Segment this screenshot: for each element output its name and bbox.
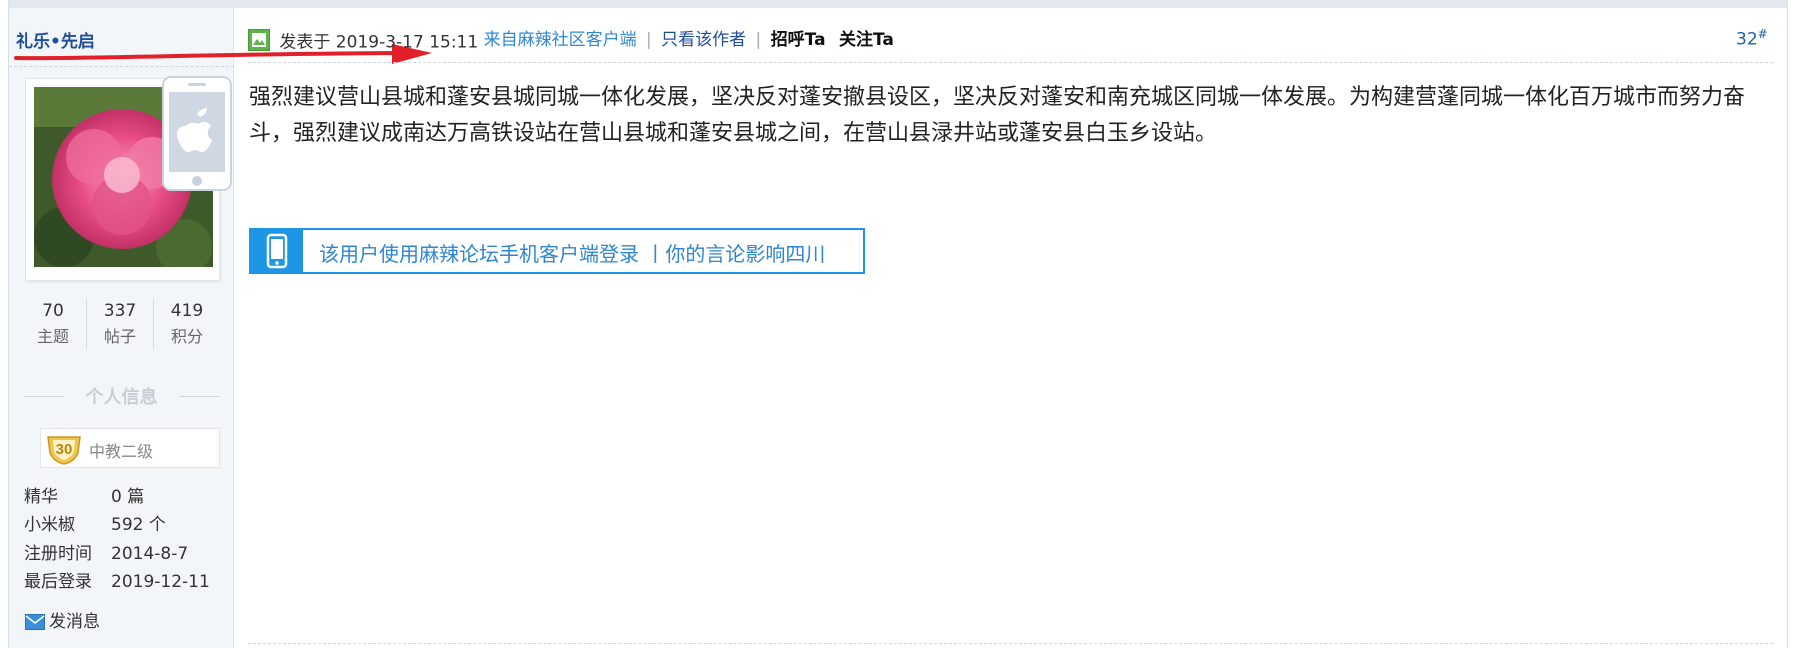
info-row-peppers: 小米椒 592 个 — [24, 510, 166, 535]
post-content: 强烈建议营山县城和蓬安县城同城一体化发展，坚决反对蓬安撤县设区，坚决反对蓬安和南… — [249, 85, 1746, 146]
bottom-divider — [248, 643, 1773, 644]
header-separator: | — [646, 30, 652, 50]
envelope-icon — [25, 614, 45, 630]
info-row-essence: 精华 0 篇 — [24, 482, 144, 507]
view-author-only-link[interactable]: 只看该作者 — [661, 30, 746, 50]
stat-value: 70 — [42, 301, 64, 321]
greet-link[interactable]: 招呼Ta — [771, 30, 826, 50]
stat-label: 帖子 — [103, 327, 136, 346]
personal-info-heading: 个人信息 — [24, 383, 219, 409]
stat-value: 337 — [103, 301, 137, 321]
from-client-link[interactable]: 来自麻辣社区客户端 — [484, 30, 637, 50]
mobile-phone-icon — [266, 233, 288, 269]
level-title: 中教二级 — [89, 442, 154, 461]
info-row-last-login: 最后登录 2019-12-11 — [24, 567, 210, 592]
apple-phone-icon — [162, 76, 232, 191]
post-header: 发表于 2019-3-17 15:11 来自麻辣社区客户端 | 只看该作者 | … — [248, 25, 894, 53]
stat-label: 积分 — [170, 327, 203, 346]
info-key: 注册时间 — [24, 544, 92, 564]
post-type-icon — [248, 29, 270, 51]
send-message-link[interactable]: 发消息 — [25, 607, 100, 632]
level-badge-number: 30 — [56, 441, 73, 458]
header-divider — [248, 62, 1773, 63]
stat-label: 主题 — [36, 327, 69, 346]
post-time: 发表于 2019-3-17 15:11 — [279, 32, 479, 53]
personal-info-heading-text: 个人信息 — [85, 387, 158, 408]
info-value: 2014-8-7 — [111, 544, 189, 564]
header-separator: | — [755, 30, 762, 50]
user-level[interactable]: 30 中教二级 — [40, 428, 220, 468]
stat-points[interactable]: 419 积分 — [154, 298, 220, 350]
info-key: 小米椒 — [24, 515, 75, 535]
medal-icon: 30 — [47, 436, 81, 465]
floor-mark: # — [1757, 27, 1768, 41]
heading-line-left — [24, 396, 64, 397]
info-key: 精华 — [24, 487, 58, 507]
user-stats: 70 主题 337 帖子 419 积分 — [20, 298, 220, 350]
stat-posts[interactable]: 337 帖子 — [87, 298, 154, 350]
floor-number-value: 32 — [1736, 29, 1758, 50]
stat-topics[interactable]: 70 主题 — [20, 298, 87, 350]
send-message-label: 发消息 — [49, 612, 100, 632]
follow-link[interactable]: 关注Ta — [839, 30, 894, 50]
info-value: 0 篇 — [111, 487, 145, 507]
heading-line-right — [179, 396, 219, 397]
mobile-client-notice: 该用户使用麻辣论坛手机客户端登录 丨你的言论影响四川 — [319, 242, 826, 266]
mobile-client-banner[interactable]: 该用户使用麻辣论坛手机客户端登录 丨你的言论影响四川 — [249, 228, 865, 274]
info-key: 最后登录 — [24, 572, 92, 592]
info-row-register-time: 注册时间 2014-8-7 — [24, 539, 188, 564]
stat-value: 419 — [170, 301, 204, 321]
info-value: 2019-12-11 — [111, 572, 210, 592]
floor-number[interactable]: 32# — [1736, 27, 1768, 50]
mobile-icon-cell — [251, 230, 303, 272]
info-value: 592 个 — [111, 515, 166, 535]
